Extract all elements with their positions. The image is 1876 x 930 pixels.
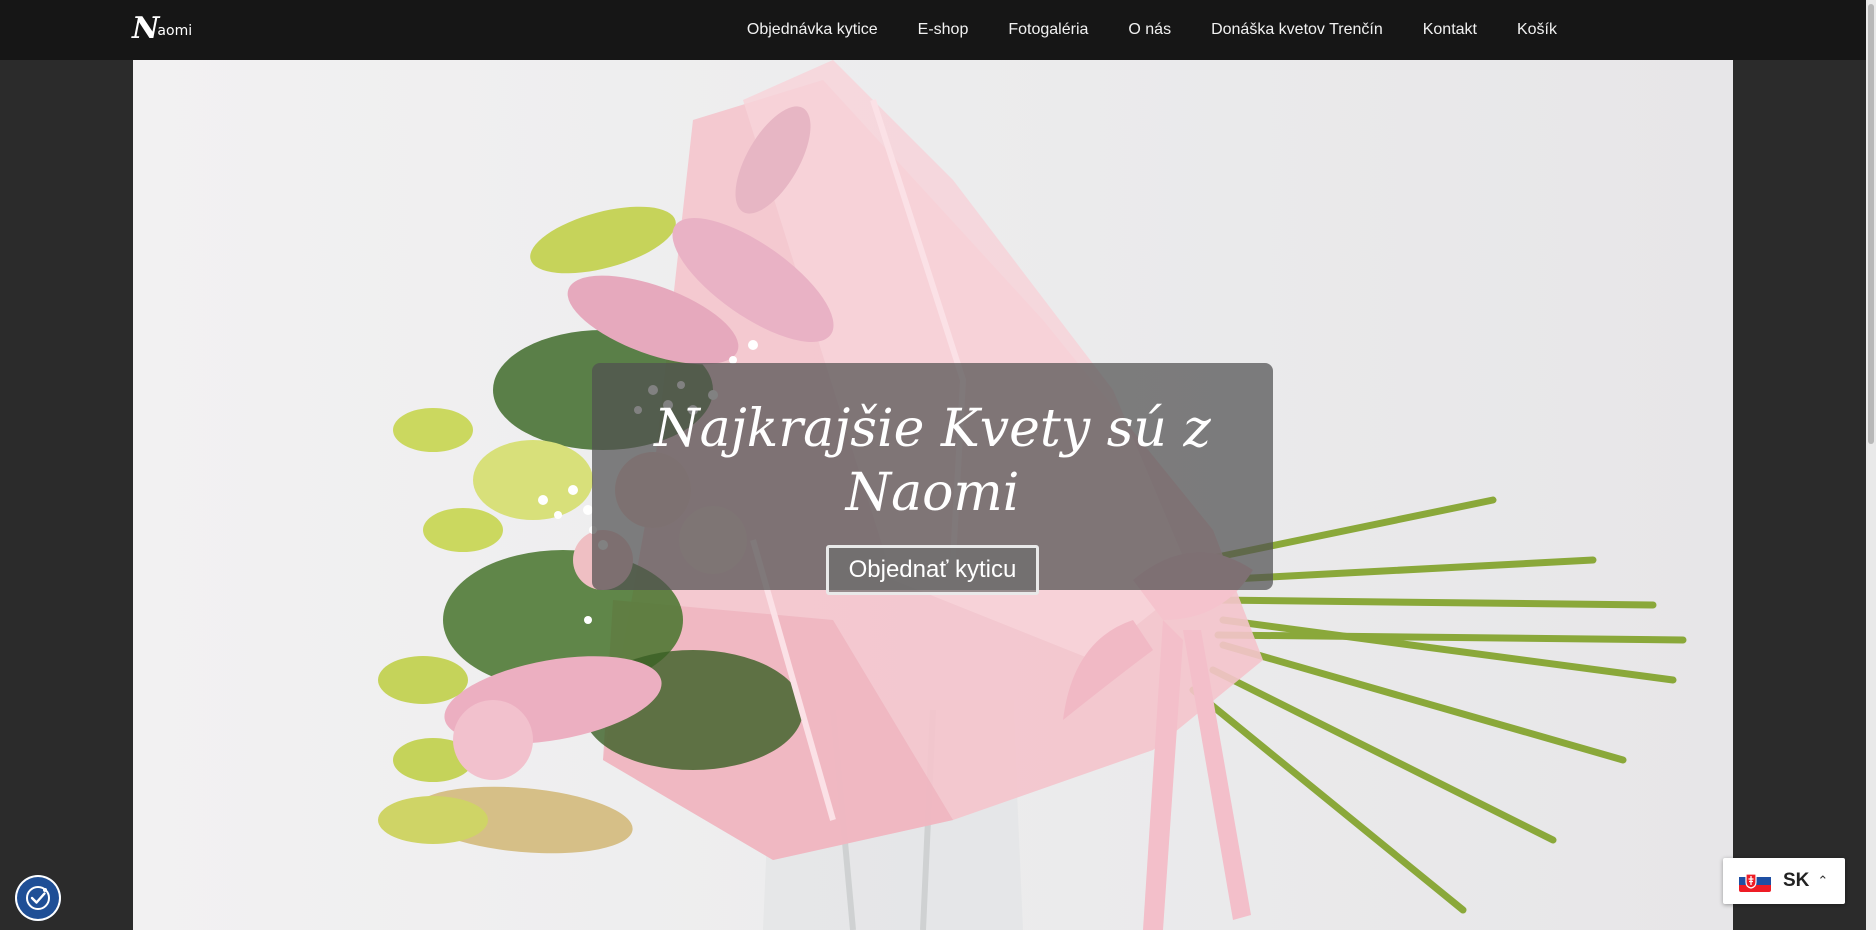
chevron-up-icon: ⌃	[1817, 873, 1829, 888]
scrollbar-thumb[interactable]	[1868, 4, 1874, 444]
hero-banner: Najkrajšie Kvety sú z Naomi Objednať kyt…	[133, 60, 1733, 930]
nav-item-about[interactable]: O nás	[1128, 21, 1171, 39]
language-switcher[interactable]: SK ⌃	[1723, 858, 1845, 904]
naomi-logo[interactable]: N aomi	[132, 14, 192, 44]
page-scrollbar[interactable]	[1866, 0, 1876, 930]
nav-item-contact[interactable]: Kontakt	[1423, 21, 1477, 39]
main-menu: Objednávka kytice E-shop Fotogaléria O n…	[747, 0, 1557, 60]
hero-overlay-card: Najkrajšie Kvety sú z Naomi Objednať kyt…	[592, 363, 1273, 595]
logo-text: aomi	[157, 23, 193, 39]
hero-title: Najkrajšie Kvety sú z Naomi	[654, 399, 1211, 523]
nav-item-gallery[interactable]: Fotogaléria	[1008, 21, 1088, 39]
logo-initial: N	[132, 11, 160, 46]
nav-item-cart[interactable]: Košík	[1517, 21, 1557, 39]
nav-item-eshop[interactable]: E-shop	[918, 21, 969, 39]
top-navigation-bar: N aomi Objednávka kytice E-shop Fotogalé…	[0, 0, 1866, 60]
language-code: SK	[1783, 870, 1810, 891]
nav-item-order-bouquet[interactable]: Objednávka kytice	[747, 21, 878, 39]
accessibility-button[interactable]	[15, 875, 61, 921]
order-bouquet-button[interactable]: Objednať kyticu	[825, 545, 1040, 595]
slovak-flag-icon	[1739, 870, 1771, 892]
nav-item-delivery[interactable]: Donáška kvetov Trenčín	[1211, 21, 1383, 39]
flag-coat-of-arms	[1745, 873, 1757, 889]
accessibility-icon	[26, 886, 50, 910]
